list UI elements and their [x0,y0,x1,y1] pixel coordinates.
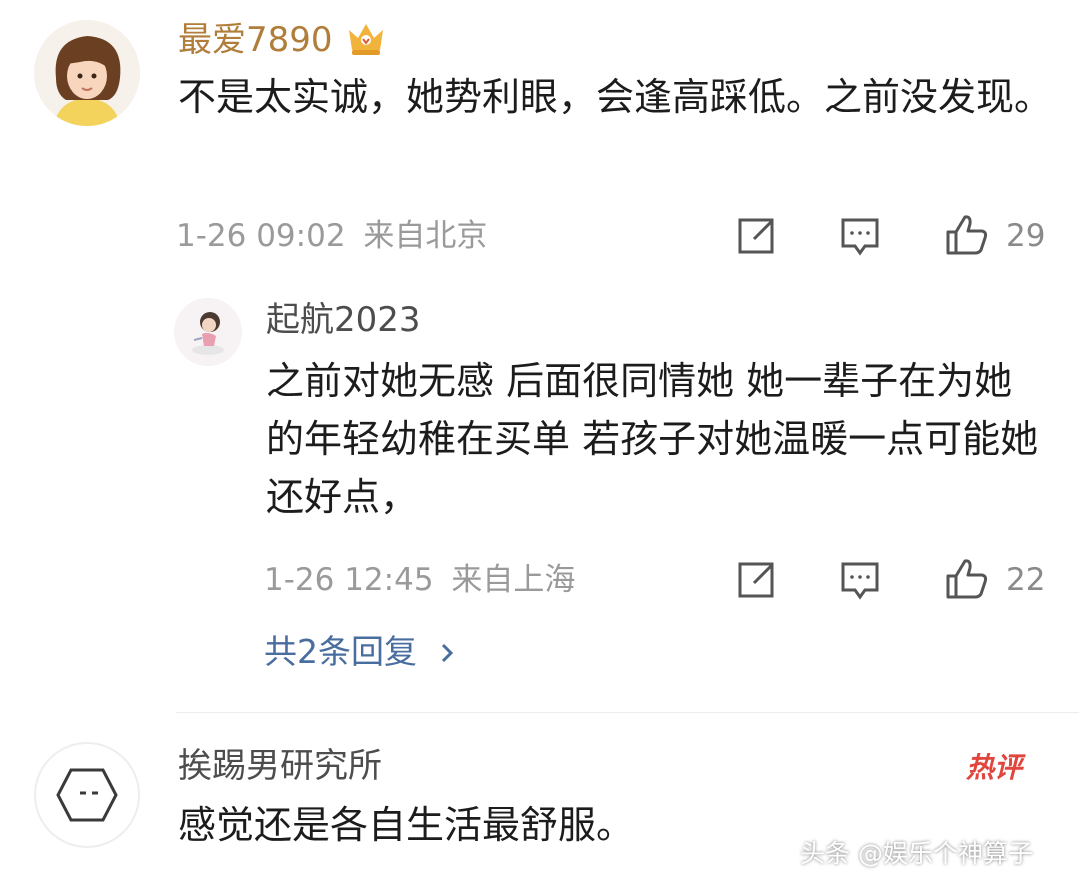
comment-location: 来自北京 [363,218,488,254]
reply-time: 1-26 12:45 [264,562,434,598]
chevron-right-icon [438,634,456,674]
avatar[interactable] [34,20,140,126]
comment-username[interactable]: 挨踢男研究所 [178,746,382,786]
view-replies-label: 共2条回复 [264,632,417,671]
reply-avatar[interactable] [174,298,242,366]
comment-username[interactable]: 最爱7890 [178,20,333,60]
vip-crown-icon [345,18,387,58]
like-icon[interactable] [944,556,988,600]
comment-icon[interactable] [838,214,882,258]
share-icon[interactable] [734,214,778,258]
like-count: 29 [1006,218,1046,254]
divider [176,712,1079,713]
reply-username[interactable]: 起航2023 [266,300,421,340]
like-icon[interactable] [944,212,988,256]
reply-like-count: 22 [1006,562,1046,598]
reply-text: 之前对她无感 后面很同情她 她一辈子在为她的年轻幼稚在买单 若孩子对她温暖一点可… [266,359,1039,519]
reply-location: 来自上海 [451,562,576,598]
comment-meta: 1-26 09:02 来自北京 [176,218,487,254]
comment-text: 感觉还是各自生活最舒服。 [178,803,635,847]
view-replies-link[interactable]: 共2条回复 [264,632,456,674]
comment-text: 不是太实诚，她势利眼，会逢高踩低。之前没发现。 [178,75,1053,119]
comment-time: 1-26 09:02 [176,218,346,254]
share-icon[interactable] [734,558,778,602]
reply-meta: 1-26 12:45 来自上海 [264,562,575,598]
hot-comment-badge: 热评 [966,751,1023,784]
comment-icon[interactable] [838,558,882,602]
watermark: 头条 @娱乐个神算子 [800,839,1033,868]
avatar[interactable] [34,742,140,848]
